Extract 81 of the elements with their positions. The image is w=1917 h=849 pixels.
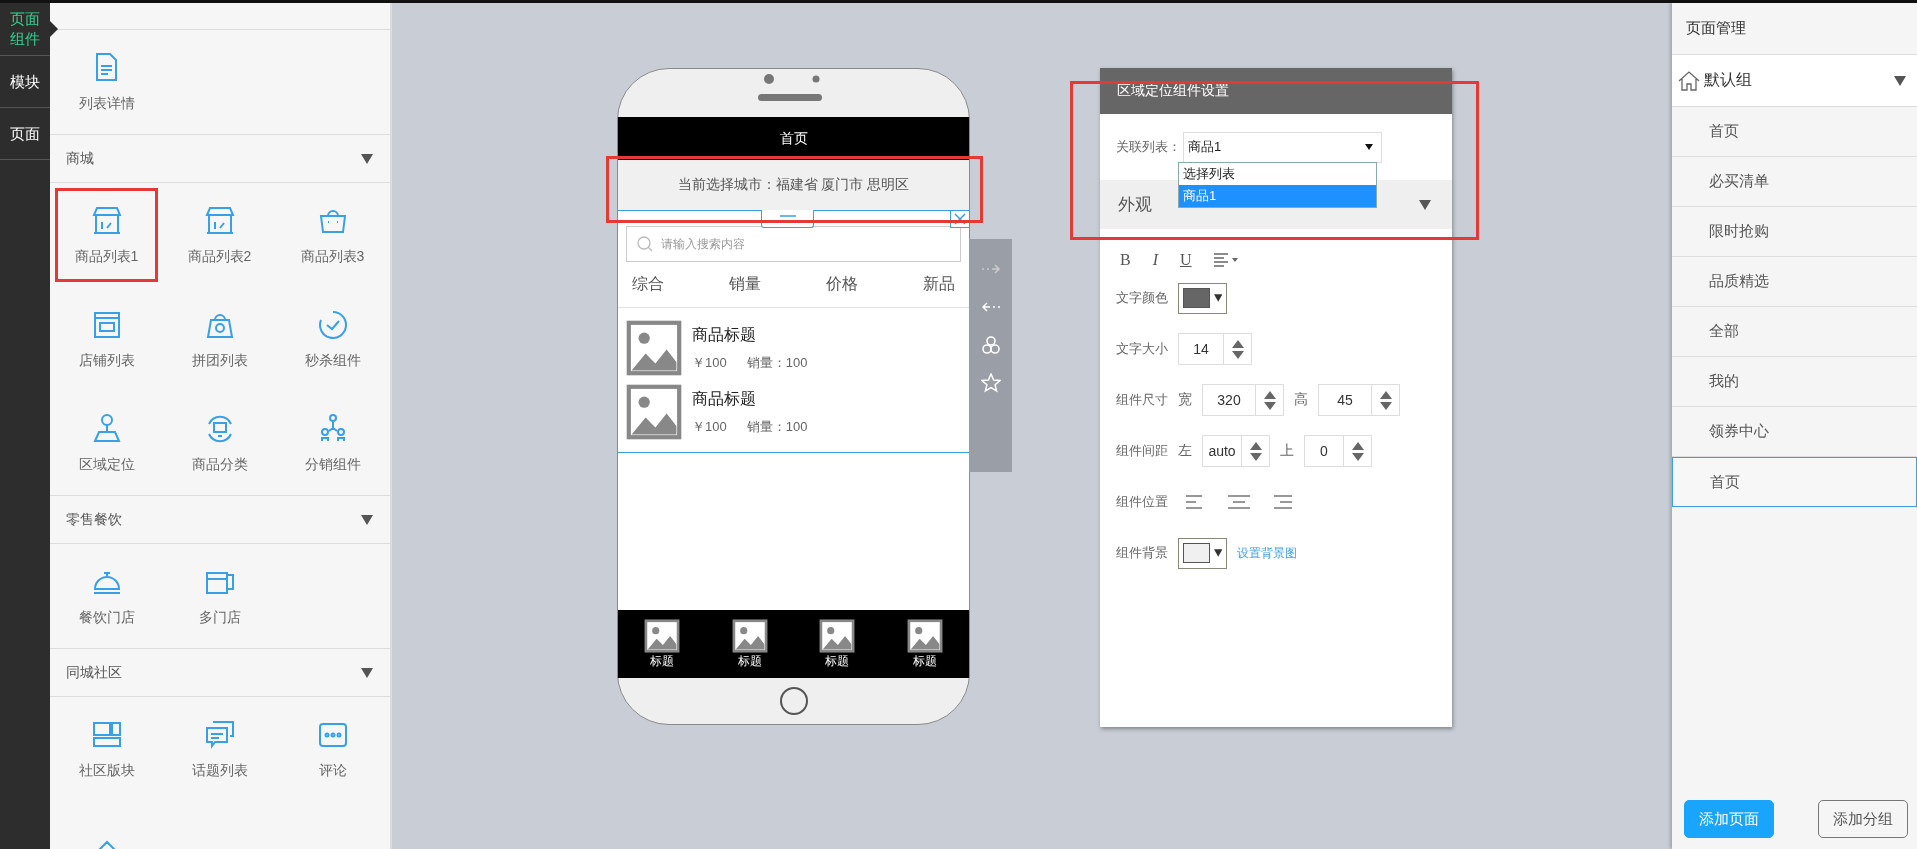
add-group-button[interactable]: 添加分组 xyxy=(1818,800,1908,838)
sort-tab[interactable]: 新品 xyxy=(921,274,957,295)
page-item[interactable]: 品质精选 xyxy=(1672,257,1917,307)
component-item[interactable]: 店铺列表 xyxy=(50,287,163,391)
field-label: 关联列表： xyxy=(1116,138,1181,156)
product-title: 商品标题 xyxy=(692,324,757,345)
section-header[interactable]: 同城社区 xyxy=(50,649,390,697)
image-placeholder-icon xyxy=(626,320,682,376)
search-icon xyxy=(637,236,653,252)
field-label: 组件背景 xyxy=(1116,544,1168,562)
triangle-down-icon xyxy=(360,666,374,679)
page-item[interactable]: 首页 xyxy=(1672,457,1917,507)
list-select[interactable]: 商品1 xyxy=(1183,131,1382,163)
component-item[interactable]: 社区版块 xyxy=(50,697,163,801)
section-header[interactable]: 商城 xyxy=(50,135,390,183)
format-button[interactable]: U xyxy=(1180,251,1192,269)
image-placeholder-icon xyxy=(626,384,682,440)
product-price: ￥100 xyxy=(692,417,727,436)
triangle-down-icon xyxy=(360,513,374,526)
format-button[interactable]: B xyxy=(1120,251,1131,269)
home-button-icon[interactable] xyxy=(778,686,809,716)
component-item[interactable]: 商品列表1 xyxy=(50,183,163,287)
component-item[interactable]: 餐饮门店 xyxy=(50,544,163,648)
page-item[interactable]: 限时抢购 xyxy=(1672,207,1917,257)
component-item[interactable]: 多门店 xyxy=(163,544,276,648)
page-item[interactable]: 首页 xyxy=(1672,107,1917,157)
component-item[interactable]: 拼团列表 xyxy=(163,287,276,391)
color-picker[interactable] xyxy=(1178,282,1227,314)
number-spinner[interactable]: auto xyxy=(1202,435,1270,467)
format-button[interactable]: I xyxy=(1152,251,1158,269)
component-item[interactable]: 话题列表 xyxy=(163,697,276,801)
component-item[interactable]: 商品列表3 xyxy=(276,183,389,287)
field-label: 组件尺寸 xyxy=(1116,391,1168,409)
field-label: 文字大小 xyxy=(1116,340,1168,358)
field-label: 组件间距 xyxy=(1116,442,1168,460)
search-input[interactable]: 请输入搜索内容 xyxy=(659,236,950,252)
number-spinner[interactable]: 320 xyxy=(1202,384,1284,416)
page-title: 首页 xyxy=(618,117,969,160)
caret-icon xyxy=(1365,144,1373,150)
search-field[interactable]: 请输入搜索内容 xyxy=(626,226,961,262)
field-label: 上 xyxy=(1280,442,1294,460)
page-item[interactable]: 领券中心 xyxy=(1672,407,1917,457)
field-label: 左 xyxy=(1178,442,1192,460)
field-label: 文字颜色 xyxy=(1116,289,1168,307)
sort-tab[interactable]: 价格 xyxy=(824,274,860,295)
page-item[interactable]: 必买清单 xyxy=(1672,157,1917,207)
component-item[interactable]: 区域定位 xyxy=(50,391,163,495)
field-label: 宽 xyxy=(1178,391,1192,409)
component-item[interactable]: 列表详情 xyxy=(50,30,163,134)
product-sales: 销量：100 xyxy=(746,353,808,372)
component-item[interactable]: 商品分类 xyxy=(163,391,276,495)
triangle-down-icon xyxy=(1893,74,1907,87)
color-picker[interactable] xyxy=(1178,537,1227,569)
panel-title: 区域定位组件设置 xyxy=(1100,68,1452,114)
triangle-down-icon xyxy=(1418,198,1432,211)
number-spinner[interactable]: 14 xyxy=(1178,333,1252,365)
section-header[interactable]: 零售餐饮 xyxy=(50,496,390,544)
field-label: 高 xyxy=(1294,391,1308,409)
product-sales: 销量：100 xyxy=(746,417,808,436)
component-item[interactable]: 秒杀组件 xyxy=(276,287,389,391)
page-group[interactable]: 默认组 xyxy=(1672,55,1917,107)
product-price: ￥100 xyxy=(692,353,727,372)
location-text: 当前选择城市：福建省 厦门市 思明区 xyxy=(618,160,969,210)
caret-icon xyxy=(1213,549,1222,557)
sort-tab[interactable]: 销量 xyxy=(727,274,763,295)
field-label: 组件位置 xyxy=(1116,493,1168,511)
align-dropdown-icon[interactable] xyxy=(1213,253,1240,267)
sort-tab[interactable]: 综合 xyxy=(630,274,666,295)
align-center-icon[interactable] xyxy=(1226,494,1252,510)
page-item[interactable]: 我的 xyxy=(1672,357,1917,407)
component-item[interactable]: 分销组件 xyxy=(276,391,389,495)
page-item[interactable]: 全部 xyxy=(1672,307,1917,357)
product-title: 商品标题 xyxy=(692,388,757,409)
caret-icon xyxy=(1213,294,1222,302)
number-spinner[interactable]: 0 xyxy=(1304,435,1372,467)
triangle-down-icon xyxy=(360,152,374,165)
component-item[interactable]: 商品列表2 xyxy=(163,183,276,287)
component-item[interactable]: 评论 xyxy=(276,697,389,801)
house-icon xyxy=(1678,70,1700,91)
star-icon[interactable] xyxy=(978,371,1003,395)
number-spinner[interactable]: 45 xyxy=(1318,384,1400,416)
